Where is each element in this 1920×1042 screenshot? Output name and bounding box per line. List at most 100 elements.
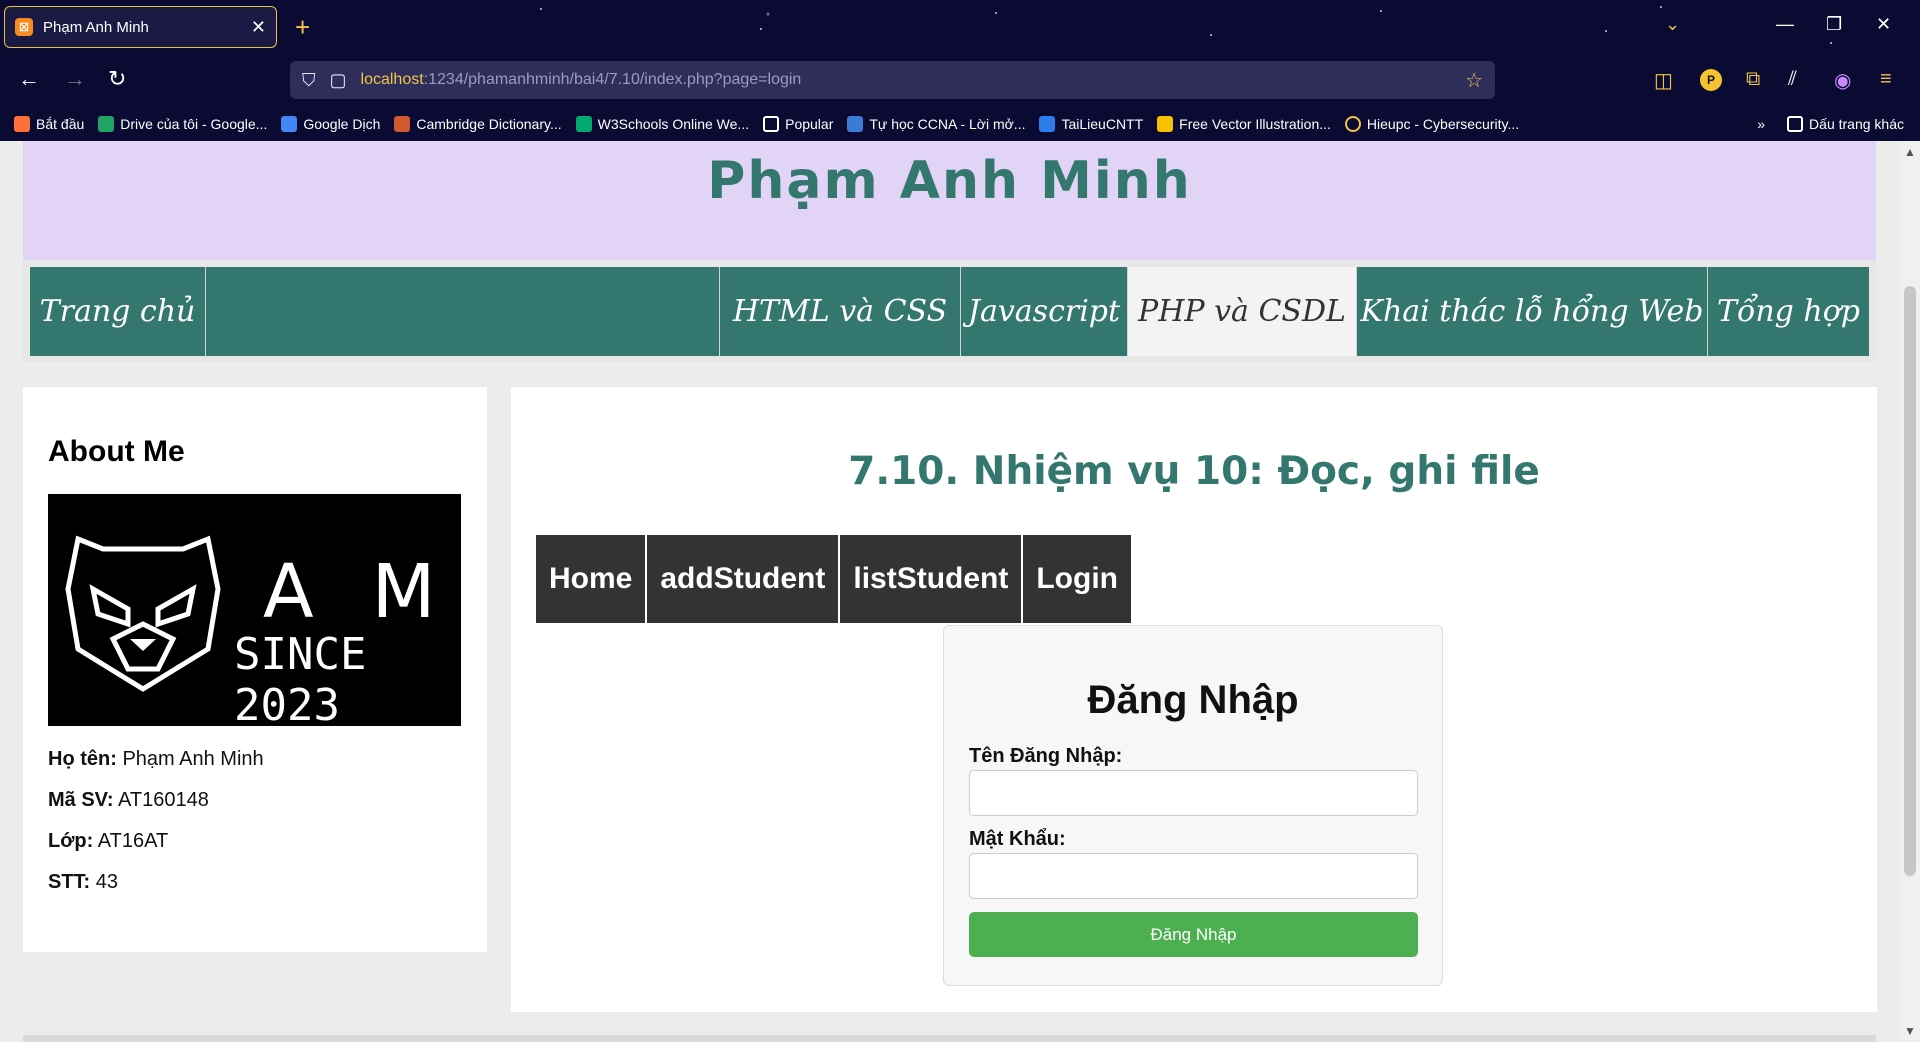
bookmarks-overflow: » Dấu trang khác [1757,109,1904,139]
username-input[interactable] [969,770,1418,816]
site-title: Phạm Anh Minh [707,151,1192,211]
info-stt-value: 43 [95,871,119,893]
forward-button[interactable]: → [64,66,86,92]
tab-title: Phạm Anh Minh [43,18,149,36]
back-button[interactable]: ← [18,66,40,92]
shield-icon[interactable]: ⛉ [302,70,316,91]
google-translate-icon [281,116,298,132]
info-id-value: AT160148 [118,789,209,811]
sub-nav: Home addStudent listStudent Login [536,535,1131,623]
reload-button[interactable]: ↻ [108,66,126,92]
extensions-icon[interactable]: ⧉ [1746,68,1760,91]
info-name-label: Họ tên: [48,748,117,770]
w3schools-icon [575,116,592,132]
restore-button[interactable]: ❐ [1826,14,1842,35]
browser-chrome: ☒ Phạm Anh Minh ✕ + ⌄ — ❐ ✕ ← → ↻ ⛉ ▢ lo… [0,0,1920,141]
bookmark-item[interactable]: Drive của tôi - Google... [98,116,267,132]
info-name-value: Phạm Anh Minh [122,748,264,770]
folder-icon [1787,116,1804,132]
new-tab-button[interactable]: + [295,12,310,43]
info-class-label: Lớp: [48,830,94,852]
library-icon[interactable]: ⫽ [1788,68,1797,91]
password-label: Mật Khẩu: [969,828,1066,850]
nav-item-html-css[interactable]: HTML và CSS [720,267,961,356]
nav-item-php-csdl[interactable]: PHP và CSDL [1128,267,1357,356]
close-tab-icon[interactable]: ✕ [251,17,266,38]
login-button[interactable]: Đăng Nhập [969,912,1418,957]
bookmark-label: Google Dịch [303,116,381,132]
username-label: Tên Đăng Nhập: [969,745,1123,767]
globe-icon [1344,116,1361,132]
password-input[interactable] [969,853,1418,899]
scroll-down-icon[interactable]: ▼ [1904,1024,1916,1038]
url-text[interactable]: localhost:1234/phamanhminh/bai4/7.10/ind… [361,71,1452,89]
main-content: 7.10. Nhiệm vụ 10: Đọc, ghi file Home ad… [511,387,1877,1012]
folder-icon [763,116,780,132]
scrollbar-thumb[interactable] [1904,286,1916,876]
profile-avatar[interactable]: P [1700,69,1722,91]
tab-list-chevron-icon[interactable]: ⌄ [1665,14,1680,35]
nav-item-javascript[interactable]: Javascript [961,267,1128,356]
info-class-value: AT16AT [97,830,169,852]
page-scrollbar[interactable]: ▲ ▼ [1900,141,1920,1042]
cambridge-icon [394,116,411,132]
page-title: 7.10. Nhiệm vụ 10: Đọc, ghi file [848,449,1540,494]
info-name: Họ tên: Phạm Anh Minh [48,748,462,771]
bookmark-label: Tự học CCNA - Lời mở... [869,116,1026,132]
bookmark-item[interactable]: Hieupc - Cybersecurity... [1344,116,1520,132]
nav-spacer [206,267,720,356]
bookmark-item[interactable]: TaiLieuCNTT [1039,116,1143,132]
nav-item-home[interactable]: Trang chủ [30,267,206,356]
xampp-icon: ☒ [15,18,33,36]
bookmark-label: Hieupc - Cybersecurity... [1366,116,1520,132]
login-title: Đăng Nhập [1087,678,1299,722]
close-window-button[interactable]: ✕ [1876,14,1891,35]
subnav-login[interactable]: Login [1023,535,1131,623]
am-logo: AM SINCE 2023 [48,494,461,731]
subnav-list-student[interactable]: listStudent [840,535,1022,623]
page-icon: ▢ [329,69,347,90]
tailieucntt-icon [1039,116,1056,132]
bookmark-label: W3Schools Online We... [597,116,750,132]
broadcast-icon[interactable]: ◉ [1834,68,1851,93]
about-heading: About Me [48,435,185,468]
bookmark-item[interactable]: Free Vector Illustration... [1157,116,1331,132]
footer-strip [23,1035,1876,1042]
pocket-icon[interactable]: ◫ [1654,68,1673,93]
about-sidebar: About Me AM SINCE 2023 Họ tên: Phạm Anh … [23,387,487,952]
browser-tab[interactable]: ☒ Phạm Anh Minh ✕ [4,6,277,48]
minimize-button[interactable]: — [1776,14,1794,35]
menu-icon[interactable]: ≡ [1880,68,1892,91]
info-stt: STT: 43 [48,871,462,894]
info-id-label: Mã SV: [48,789,114,811]
url-host: localhost [360,71,424,88]
bookmark-item[interactable]: Bắt đầu [14,116,84,132]
bookmark-label: Free Vector Illustration... [1179,116,1331,132]
chevrons-right-icon[interactable]: » [1757,116,1765,132]
firefox-icon [14,116,30,132]
subnav-add-student[interactable]: addStudent [647,535,839,623]
other-bookmarks-label: Dấu trang khác [1809,116,1904,132]
bookmark-item[interactable]: Cambridge Dictionary... [394,116,562,132]
google-drive-icon [98,116,115,132]
bookmark-item[interactable]: Tự học CCNA - Lời mở... [847,116,1025,132]
bookmark-star-icon[interactable]: ☆ [1465,68,1483,93]
bookmark-item[interactable]: Popular [763,116,833,132]
ccna-icon [847,116,864,132]
illustration-icon [1157,116,1174,132]
bookmark-item[interactable]: W3Schools Online We... [575,116,750,132]
info-class: Lớp: AT16AT [48,830,462,853]
nav-item-summary[interactable]: Tổng hợp [1708,267,1869,356]
bookmark-item[interactable]: Google Dịch [281,116,380,132]
bookmark-label: TaiLieuCNTT [1061,116,1144,132]
about-info: Họ tên: Phạm Anh Minh Mã SV: AT160148 Lớ… [48,748,462,894]
address-bar[interactable]: ⛉ ▢ localhost:1234/phamanhminh/bai4/7.10… [290,61,1495,99]
scroll-up-icon[interactable]: ▲ [1904,145,1916,159]
other-bookmarks[interactable]: Dấu trang khác [1787,116,1904,132]
nav-item-web-exploit[interactable]: Khai thác lỗ hổng Web [1357,267,1708,356]
bookmarks-bar: Bắt đầu Drive của tôi - Google... Google… [0,109,1920,139]
subnav-home[interactable]: Home [536,535,646,623]
logo-since: SINCE 2023 [234,629,367,731]
bookmark-label: Bắt đầu [36,116,85,132]
info-stt-label: STT: [48,871,91,893]
